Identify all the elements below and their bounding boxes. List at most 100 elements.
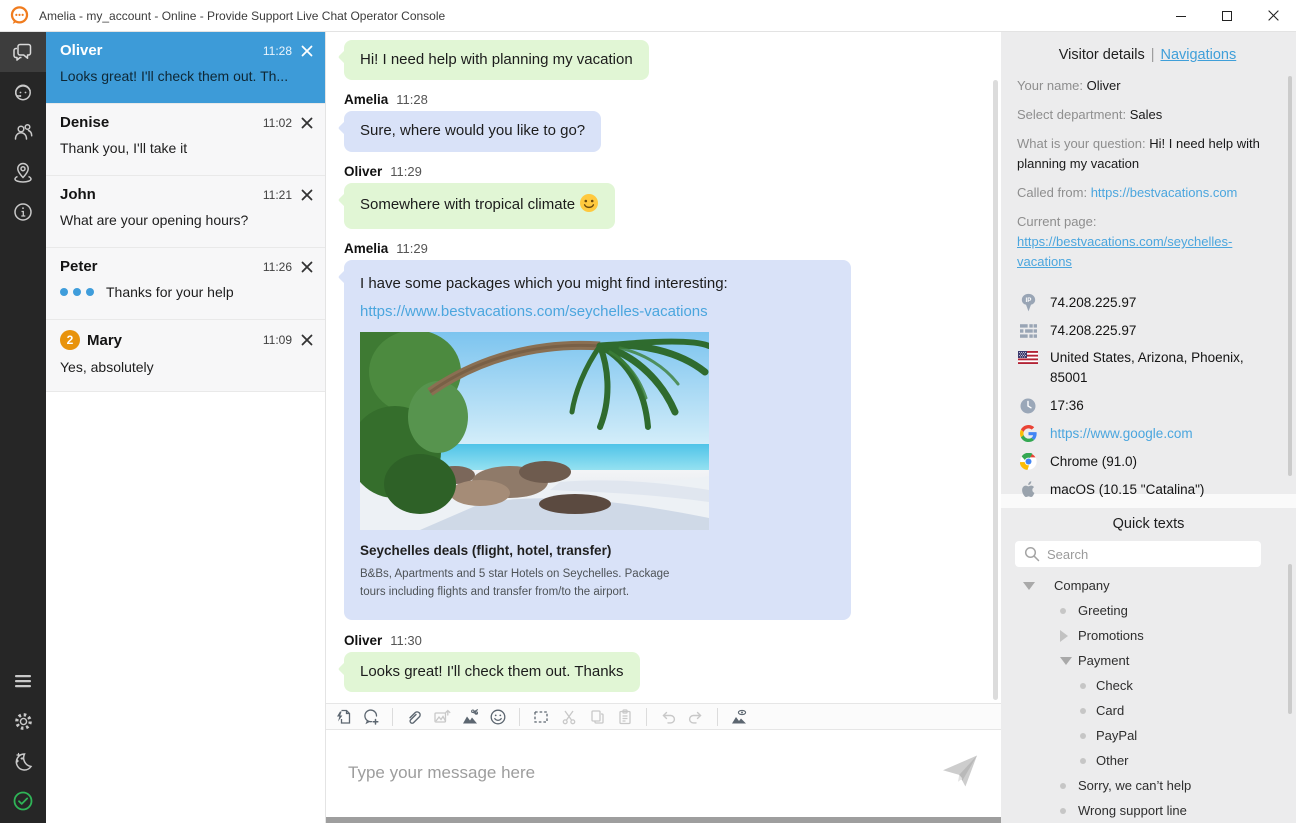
us-flag-icon [1017,351,1039,364]
tree-item[interactable]: PayPal [1015,723,1282,748]
tree-item[interactable]: Sorry, we can’t help [1015,773,1282,798]
sender-name: Oliver [344,633,382,648]
google-icon [1017,425,1039,442]
quick-texts-search-input[interactable] [1015,541,1261,567]
bullet-icon [1080,708,1088,714]
chat-name: Oliver [60,42,103,59]
minimize-button[interactable] [1158,0,1204,31]
tree-folder[interactable]: Company [1015,573,1282,598]
visitor-details-scrollbar[interactable] [1288,76,1292,476]
chat-time: 11:28 [263,44,292,58]
sender-label: Oliver 11:29 [344,164,1001,179]
bullet-icon [1080,733,1088,739]
bullet-icon [1060,608,1070,614]
navigations-link[interactable]: Navigations [1160,47,1236,63]
current-page-link[interactable]: https://bestvacations.com/seychelles-vac… [1017,234,1232,269]
sidebar-info-icon[interactable] [0,192,46,232]
toolbar-separator [392,708,393,726]
view-images-icon[interactable] [729,707,749,727]
close-chat-icon[interactable] [301,45,313,57]
tree-item[interactable]: Greeting [1015,598,1282,623]
sidebar-menu-icon[interactable] [0,661,46,701]
send-paper-plane-icon[interactable] [941,754,979,793]
typing-indicator-icon [60,288,94,296]
tree-item[interactable]: Wrong support line [1015,798,1282,823]
tree-folder[interactable]: Promotions [1015,623,1282,648]
close-button[interactable] [1250,0,1296,31]
smiley-emoji-icon [579,193,599,219]
local-time-icon [1017,398,1039,414]
message-time: 11:30 [390,633,422,648]
sidebar-night-mode-moon-icon[interactable] [0,741,46,781]
quick-texts-section: Quick texts Company Greeting Promotions … [1001,508,1296,823]
conversation-pane: Hi! I need help with planning my vacatio… [326,32,1001,823]
sender-name: Oliver [344,164,382,179]
visitor-field: Select department: Sales [1017,105,1278,125]
link-card-title: Seychelles deals (flight, hotel, transfe… [360,542,835,560]
vacation-link[interactable]: https://www.bestvacations.com/seychelles… [360,302,835,322]
sidebar-online-status-check-icon[interactable] [0,781,46,821]
chat-name: John [60,186,96,203]
horizontal-scrollbar[interactable] [326,817,1001,823]
chat-list: Oliver 11:28 Looks great! I'll check the… [46,32,326,823]
chat-preview: Looks great! I'll check them out. Th... [60,68,313,84]
tree-item[interactable]: Other [1015,748,1282,773]
maximize-button[interactable] [1204,0,1250,31]
chat-list-item[interactable]: Denise 11:02 Thank you, I'll take it [46,104,325,176]
tree-folder[interactable]: Payment [1015,648,1282,673]
close-chat-icon[interactable] [301,189,313,201]
toolbar-separator [646,708,647,726]
link-card-description: B&Bs, Apartments and 5 star Hotels on Se… [360,566,672,602]
toolbar-separator [519,708,520,726]
close-chat-icon[interactable] [301,261,313,273]
left-sidebar [0,32,46,823]
tree-item[interactable]: Card [1015,698,1282,723]
emoji-icon[interactable] [488,707,508,727]
sidebar-geo-location-icon[interactable] [0,152,46,192]
quick-texts-scrollbar[interactable] [1288,564,1292,714]
chat-vertical-scrollbar[interactable] [993,80,998,700]
add-quick-text-icon[interactable] [361,707,381,727]
redo-icon[interactable] [686,707,706,727]
select-all-icon[interactable] [531,707,551,727]
chat-preview: Thank you, I'll take it [60,140,313,156]
visitor-meta-row: United States, Arizona, Phoenix, 85001 [1017,348,1278,388]
close-chat-icon[interactable] [301,117,313,129]
svg-text:IP: IP [1025,296,1031,303]
triangle-expanded-icon [1060,657,1070,665]
paste-icon[interactable] [615,707,635,727]
message-time: 11:29 [390,164,422,179]
message-input[interactable] [346,758,906,788]
undo-icon[interactable] [658,707,678,727]
chat-time: 11:09 [263,333,292,347]
chat-list-item[interactable]: Peter 11:26 Thanks for your help [46,248,325,320]
sidebar-settings-gear-icon[interactable] [0,701,46,741]
cut-icon[interactable] [559,707,579,727]
insert-quick-text-icon[interactable] [333,707,353,727]
message-time: 11:29 [396,241,428,256]
send-image-icon[interactable] [432,707,452,727]
sender-label: Oliver 11:30 [344,633,1001,648]
sidebar-operator-headset-icon[interactable] [0,72,46,112]
seychelles-beach-photo[interactable] [360,332,709,530]
provide-support-logo [9,5,30,26]
referrer-link[interactable]: https://www.google.com [1050,424,1193,444]
toolbar-separator [717,708,718,726]
bullet-icon [1080,683,1088,689]
visitor-meta-row: macOS (10.15 "Catalina") [1017,479,1278,500]
sidebar-visitors-icon[interactable] [0,112,46,152]
triangle-collapsed-icon [1060,630,1070,642]
screenshot-icon[interactable] [460,707,480,727]
sidebar-chats-icon[interactable] [0,32,46,72]
chat-list-item[interactable]: Oliver 11:28 Looks great! I'll check the… [46,32,325,104]
tree-item[interactable]: Check [1015,673,1282,698]
attach-file-icon[interactable] [404,707,424,727]
chat-list-item[interactable]: John 11:21 What are your opening hours? [46,176,325,248]
copy-icon[interactable] [587,707,607,727]
close-chat-icon[interactable] [301,334,313,346]
operator-message: Sure, where would you like to go? [344,111,601,151]
bullet-icon [1060,783,1070,789]
right-panel: Visitor details|Navigations Your name: O… [1001,32,1296,823]
called-from-link[interactable]: https://bestvacations.com [1091,185,1238,200]
chat-list-item[interactable]: 2 Mary 11:09 Yes, absolutely [46,320,325,392]
